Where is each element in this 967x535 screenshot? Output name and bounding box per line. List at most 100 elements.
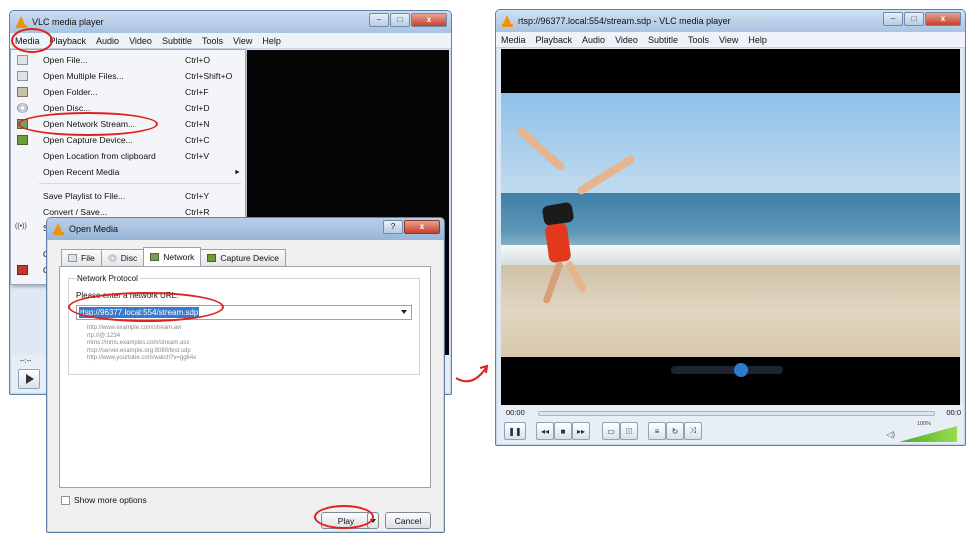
dialog-close-button[interactable]: x	[404, 220, 440, 234]
menu-item-open-recent-media[interactable]: Open Recent Media ►	[11, 164, 245, 180]
tab-network[interactable]: Network	[143, 247, 202, 266]
volume-percent: 100%	[916, 421, 931, 427]
menu-item-label: Open Location from clipboard	[43, 151, 156, 161]
seek-slider[interactable]	[538, 411, 935, 416]
menu-video[interactable]: Video	[124, 36, 157, 46]
menu-item-shortcut: Ctrl+C	[185, 135, 210, 145]
menu-tools[interactable]: Tools	[683, 35, 714, 45]
sand	[501, 265, 960, 357]
menu-item-open-folder[interactable]: Open Folder... Ctrl+F	[11, 84, 245, 100]
menu-view[interactable]: View	[714, 35, 743, 45]
menu-item-shortcut: Ctrl+R	[185, 207, 210, 217]
minimize-button[interactable]: –	[883, 12, 903, 26]
open-media-dialog: Open Media ? x File Disc Network Capture…	[46, 217, 445, 533]
file-icon	[17, 55, 28, 65]
dropdown-arrow-icon[interactable]	[401, 310, 407, 314]
vlc-cone-icon	[502, 15, 513, 27]
tab-label: Disc	[120, 253, 138, 263]
window-title: rtsp://96377.local:554/stream.sdp - VLC …	[518, 16, 731, 26]
maximize-button[interactable]: □	[390, 13, 410, 27]
shuffle-button[interactable]: ⤨	[684, 422, 702, 440]
dialog-title: Open Media	[69, 224, 119, 234]
minimize-button[interactable]: –	[369, 13, 389, 27]
menu-item-open-capture-device[interactable]: Open Capture Device... Ctrl+C	[11, 132, 245, 148]
disc-icon	[17, 103, 28, 113]
pause-button[interactable]: ❚❚	[504, 422, 526, 440]
example-url: rtp://@:1234	[87, 332, 121, 339]
capture-icon	[207, 254, 217, 262]
menu-item-shortcut: Ctrl+V	[185, 151, 210, 161]
menu-item-shortcut: Ctrl+F	[185, 87, 209, 97]
network-icon	[150, 253, 160, 261]
menu-media[interactable]: Media	[496, 35, 531, 45]
tab-file[interactable]: File	[61, 249, 102, 266]
show-more-checkbox[interactable]	[61, 495, 70, 505]
stream-icon: ((•))	[15, 223, 27, 230]
menu-audio[interactable]: Audio	[91, 36, 124, 46]
menu-help[interactable]: Help	[257, 36, 286, 46]
quit-icon	[17, 265, 28, 275]
tab-label: Network	[163, 252, 195, 262]
menu-bar: Media Playback Audio Video Subtitle Tool…	[10, 33, 451, 49]
menu-item-open-file[interactable]: Open File... Ctrl+O	[11, 52, 245, 68]
window-controls: – □ x	[369, 13, 447, 27]
files-icon	[17, 71, 28, 81]
speaker-icon[interactable]: ◁)	[886, 430, 895, 439]
submenu-arrow-icon: ►	[234, 168, 241, 176]
cancel-button[interactable]: Cancel	[385, 512, 431, 529]
vlc-cone-icon	[16, 16, 27, 28]
show-more-options[interactable]: Show more options	[61, 495, 147, 505]
menu-view[interactable]: View	[228, 36, 257, 46]
volume-slider[interactable]	[899, 426, 957, 442]
control-bar: 00:00 00:0 ❚❚ ◂◂ ■ ▸▸ ▭ ⁞⁞⁞ ≡ ↻ ⤨ ◁) 100…	[498, 405, 963, 443]
time-elapsed: 00:00	[506, 408, 525, 417]
menu-tools[interactable]: Tools	[197, 36, 228, 46]
dialog-title-bar: Open Media ? x	[47, 218, 444, 240]
help-button[interactable]: ?	[383, 220, 403, 234]
menu-item-shortcut: Ctrl+O	[185, 55, 211, 65]
url-examples: http://www.example.com/stream.avi rtp://…	[87, 325, 196, 363]
menu-playback[interactable]: Playback	[531, 35, 578, 45]
close-button[interactable]: x	[925, 12, 961, 26]
window-controls: – □ x	[883, 12, 961, 26]
menu-bar: Media Playback Audio Video Subtitle Tool…	[496, 32, 965, 48]
group-title: Network Protocol	[75, 274, 140, 283]
example-url: mms://mms.examples.com/stream.asx	[87, 340, 190, 347]
fullscreen-controller[interactable]	[671, 366, 783, 374]
next-button[interactable]: ▸▸	[572, 422, 590, 440]
fullscreen-button[interactable]: ▭	[602, 422, 620, 440]
maximize-button[interactable]: □	[904, 12, 924, 26]
menu-item-label: Open Folder...	[43, 87, 98, 97]
menu-item-save-playlist[interactable]: Save Playlist to File... Ctrl+Y	[11, 188, 245, 204]
menu-item-label: Open Capture Device...	[43, 135, 133, 145]
play-button[interactable]	[18, 369, 40, 389]
menu-item-label: Convert / Save...	[43, 207, 108, 217]
menu-item-label: Save Playlist to File...	[43, 191, 126, 201]
menu-video[interactable]: Video	[610, 35, 643, 45]
time-display: --:--	[20, 358, 32, 365]
highlight-oval-url	[68, 292, 224, 322]
previous-button[interactable]: ◂◂	[536, 422, 554, 440]
menu-audio[interactable]: Audio	[577, 35, 610, 45]
extended-settings-button[interactable]: ⁞⁞⁞	[620, 422, 638, 440]
video-area[interactable]	[501, 49, 960, 405]
vlc-cone-icon	[53, 223, 64, 235]
example-url: http://www.example.com/stream.avi	[87, 325, 182, 331]
flow-arrow-icon	[455, 364, 489, 383]
tab-capture-device[interactable]: Capture Device	[200, 249, 287, 266]
stop-button[interactable]: ■	[554, 422, 572, 440]
highlight-oval-play	[314, 505, 374, 529]
menu-item-open-location-clipboard[interactable]: Open Location from clipboard Ctrl+V	[11, 148, 245, 164]
osd-play-button[interactable]	[734, 363, 748, 377]
tab-disc[interactable]: Disc	[100, 249, 145, 266]
video-frame-beach	[501, 93, 960, 357]
menu-item-open-multiple-files[interactable]: Open Multiple Files... Ctrl+Shift+O	[11, 68, 245, 84]
menu-help[interactable]: Help	[743, 35, 772, 45]
menu-subtitle[interactable]: Subtitle	[643, 35, 683, 45]
menu-item-label: Open Multiple Files...	[43, 71, 124, 81]
close-button[interactable]: x	[411, 13, 447, 27]
playlist-button[interactable]: ≡	[648, 422, 666, 440]
menu-subtitle[interactable]: Subtitle	[157, 36, 197, 46]
vlc-window-right: rtsp://96377.local:554/stream.sdp - VLC …	[495, 9, 966, 446]
loop-button[interactable]: ↻	[666, 422, 684, 440]
